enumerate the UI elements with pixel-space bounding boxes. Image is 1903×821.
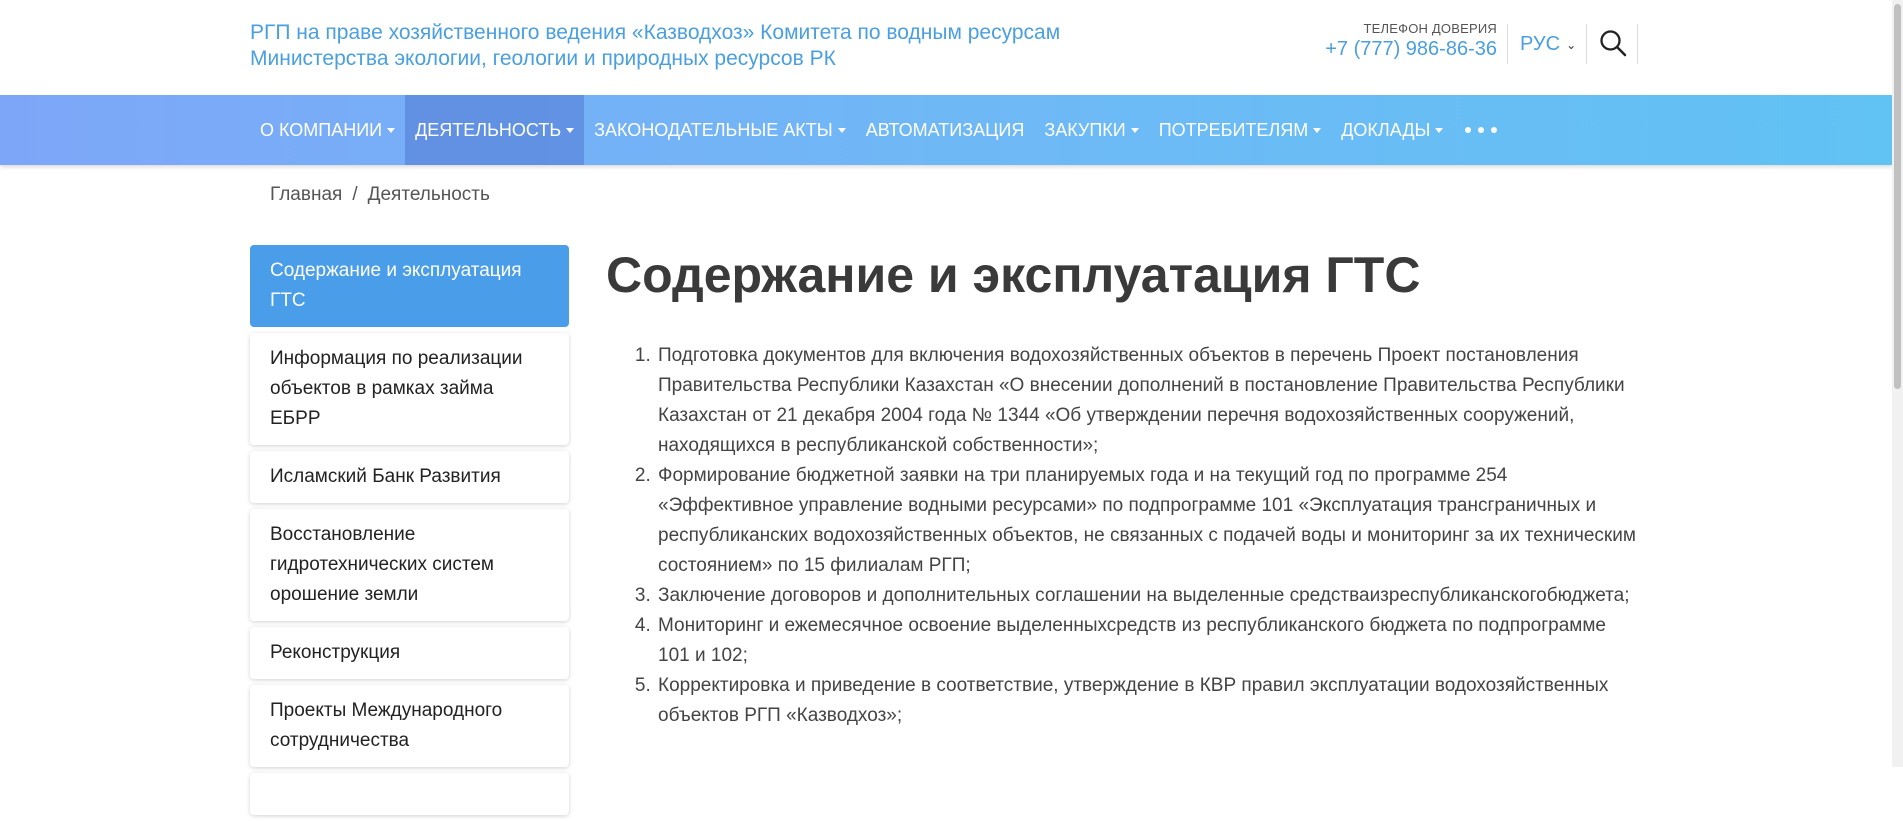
sidebar-item-international-projects[interactable]: Проекты Международного сотрудничества (250, 685, 569, 767)
nav-item-automation[interactable]: АВТОМАТИЗАЦИЯ (856, 95, 1035, 165)
dot (1491, 127, 1498, 133)
sidebar-item-irrigation-restoration[interactable]: Восстановление гидротехнических систем о… (250, 509, 569, 621)
sidebar-item-partial[interactable] (250, 773, 569, 815)
list-item: Мониторинг и ежемесячное освоение выделе… (656, 611, 1636, 671)
hotline-phone[interactable]: +7 (777) 986-86-36 (1325, 38, 1497, 61)
nav-item-about[interactable]: О КОМПАНИИ (250, 95, 405, 165)
page-scrollbar[interactable] (1892, 0, 1903, 767)
nav-item-label[interactable]: ЗАКОНОДАТЕЛЬНЫЕ АКТЫ (594, 120, 833, 141)
main-navigation: О КОМПАНИИ ДЕЯТЕЛЬНОСТЬ ЗАКОНОДАТЕЛЬНЫЕ … (0, 95, 1892, 165)
caret-down-icon (566, 127, 575, 133)
list-item: Формирование бюджетной заявки на три пла… (656, 461, 1636, 581)
nav-item-consumers[interactable]: ПОТРЕБИТЕЛЯМ (1149, 95, 1332, 165)
caret-down-icon (1435, 127, 1444, 133)
nav-item-activity[interactable]: ДЕЯТЕЛЬНОСТЬ (405, 95, 585, 165)
more-dots-icon[interactable] (1453, 95, 1509, 165)
nav-item-label[interactable]: ДОКЛАДЫ (1341, 120, 1430, 141)
breadcrumb-home[interactable]: Главная (270, 184, 342, 206)
hotline: ТЕЛЕФОН ДОВЕРИЯ +7 (777) 986-86-36 (1325, 21, 1497, 61)
site-header: РГП на праве хозяйственного ведения «Каз… (0, 0, 1892, 95)
nav-item-label[interactable]: ПОТРЕБИТЕЛЯМ (1159, 120, 1309, 141)
list-item: Заключение договоров и дополнительных со… (656, 581, 1636, 611)
nav-item-label[interactable]: АВТОМАТИЗАЦИЯ (866, 120, 1025, 141)
caret-down-icon (387, 127, 396, 133)
nav-items: О КОМПАНИИ ДЕЯТЕЛЬНОСТЬ ЗАКОНОДАТЕЛЬНЫЕ … (250, 95, 1509, 165)
search-icon[interactable] (1598, 28, 1628, 58)
language-label[interactable]: РУС (1520, 33, 1560, 56)
divider (1586, 24, 1587, 64)
main-content: Содержание и эксплуатация ГТС Подготовка… (606, 245, 1636, 731)
sidebar-item-reconstruction[interactable]: Реконструкция (250, 627, 569, 679)
organization-title[interactable]: РГП на праве хозяйственного ведения «Каз… (250, 20, 1150, 72)
list-item: Корректировка и приведение в соответстви… (656, 671, 1636, 731)
organization-title-line1[interactable]: РГП на праве хозяйственного ведения «Каз… (250, 20, 1150, 46)
language-selector[interactable]: РУС ⌄ (1520, 33, 1576, 56)
nav-item-label[interactable]: ДЕЯТЕЛЬНОСТЬ (415, 120, 561, 141)
duties-list: Подготовка документов для включения водо… (606, 341, 1636, 731)
nav-item-reports[interactable]: ДОКЛАДЫ (1331, 95, 1453, 165)
caret-down-icon (1130, 127, 1139, 133)
sidebar-item-gts-maintenance[interactable]: Содержание и эксплуатация ГТС (250, 245, 569, 327)
dot (1478, 127, 1485, 133)
nav-item-procurement[interactable]: ЗАКУПКИ (1034, 95, 1148, 165)
dot (1465, 127, 1472, 133)
breadcrumb-current: Деятельность (367, 184, 490, 205)
sidebar-item-islamic-bank[interactable]: Исламский Банк Развития (250, 451, 569, 503)
breadcrumb-separator: / (352, 184, 358, 205)
page-title: Содержание и эксплуатация ГТС (606, 247, 1421, 303)
organization-title-line2[interactable]: Министерства экологии, геологии и природ… (250, 46, 1150, 72)
list-item: Подготовка документов для включения водо… (656, 341, 1636, 461)
hotline-label: ТЕЛЕФОН ДОВЕРИЯ (1363, 21, 1497, 36)
caret-down-icon (837, 127, 846, 133)
search-button[interactable] (1598, 28, 1628, 58)
nav-item-legislation[interactable]: ЗАКОНОДАТЕЛЬНЫЕ АКТЫ (584, 95, 856, 165)
scrollbar-thumb[interactable] (1894, 4, 1901, 389)
breadcrumb: Главная / Деятельность (270, 184, 490, 206)
nav-item-label[interactable]: ЗАКУПКИ (1044, 120, 1125, 141)
sidebar-item-ebrd-loan[interactable]: Информация по реализации объектов в рамк… (250, 333, 569, 445)
divider (1507, 24, 1508, 64)
chevron-down-icon[interactable]: ⌄ (1566, 38, 1576, 52)
sidebar-menu: Содержание и эксплуатация ГТС Информация… (250, 245, 569, 821)
divider (1637, 24, 1638, 64)
nav-item-label[interactable]: О КОМПАНИИ (260, 120, 382, 141)
caret-down-icon (1313, 127, 1322, 133)
